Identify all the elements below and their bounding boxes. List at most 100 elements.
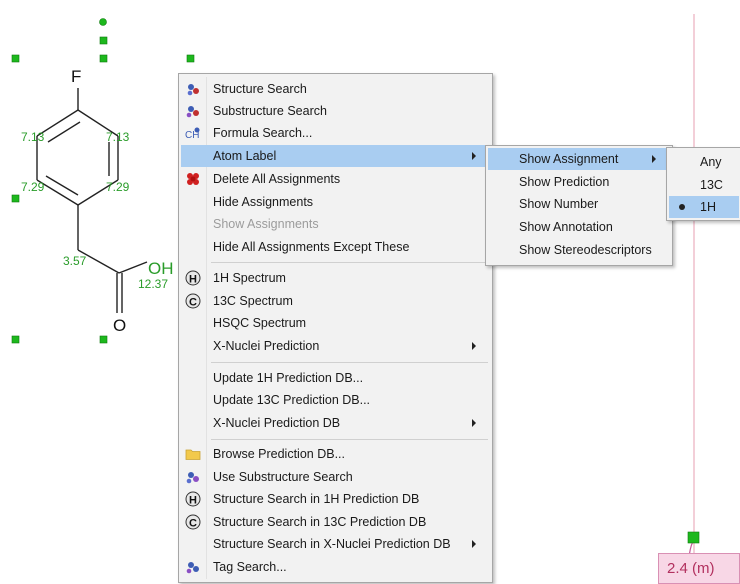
menu-item-label: Structure Search in X-Nuclei Prediction …: [213, 537, 451, 551]
menu-item-label: Show Annotation: [519, 220, 613, 234]
shift-label-mid-right: 7.29: [106, 180, 130, 194]
shift-label-oh: 12.37: [138, 277, 168, 291]
menu-item-label: Browse Prediction DB...: [213, 447, 345, 461]
menu-item-label: Use Substructure Search: [213, 470, 353, 484]
submenu-arrow-icon: [472, 342, 476, 350]
menu-item-label: Any: [700, 155, 722, 169]
submenu-arrow-icon: [472, 540, 476, 548]
handle-top-right[interactable]: [186, 54, 195, 63]
peak-annotation[interactable]: 2.4 (m): [658, 553, 740, 584]
menu-item-label: X-Nuclei Prediction: [213, 339, 320, 353]
menu-item-label: X-Nuclei Prediction DB: [213, 416, 341, 430]
peak-handle[interactable]: [687, 531, 700, 544]
handle-bottom-center[interactable]: [99, 335, 108, 344]
menu-item-x-nuclei-prediction-db[interactable]: X-Nuclei Prediction DB: [181, 412, 490, 434]
submenu-arrow-icon: [652, 155, 656, 163]
menu-item-hsqc-spectrum[interactable]: HSQC Spectrum: [181, 312, 490, 334]
context-menu: Structure Search Substructure Search CH …: [178, 73, 493, 583]
menu-item-label: 1H Spectrum: [213, 271, 286, 285]
menu-item-1h-spectrum[interactable]: H 1H Spectrum: [181, 267, 490, 289]
menu-item-show-assignment[interactable]: Show Assignment: [488, 148, 670, 170]
submenu-arrow-icon: [472, 152, 476, 160]
rotate-handle[interactable]: [99, 18, 107, 26]
menu-item-label: Structure Search in 13C Prediction DB: [213, 515, 427, 529]
menu-item-13c[interactable]: 13C: [669, 174, 739, 196]
menu-item-label: Show Assignment: [519, 152, 619, 166]
menu-item-hide-assignments[interactable]: Hide Assignments: [181, 191, 490, 213]
menu-item-label: Structure Search in 1H Prediction DB: [213, 492, 420, 506]
atom-carbonyl-o: O: [113, 316, 126, 335]
menu-item-label: 13C Spectrum: [213, 294, 293, 308]
svg-text:C: C: [189, 297, 197, 309]
menu-item-any[interactable]: Any: [669, 151, 739, 173]
menu-item-use-substructure-search[interactable]: Use Substructure Search: [181, 466, 490, 488]
c-spectrum-icon: C: [185, 514, 201, 530]
menu-item-show-prediction[interactable]: Show Prediction: [488, 171, 670, 193]
atom-label-submenu: Show Assignment Show Prediction Show Num…: [485, 145, 673, 266]
menu-separator: [211, 262, 488, 263]
menu-item-label: Hide All Assignments Except These: [213, 240, 410, 254]
molecule-bonds: [36, 88, 148, 313]
menu-item-show-annotation[interactable]: Show Annotation: [488, 216, 670, 238]
menu-item-label: Update 1H Prediction DB...: [213, 371, 364, 385]
menu-item-label: Hide Assignments: [213, 195, 314, 209]
menu-item-show-stereodescriptors[interactable]: Show Stereodescriptors: [488, 239, 670, 261]
menu-item-structure-search-1h-db[interactable]: H Structure Search in 1H Prediction DB: [181, 488, 490, 510]
menu-item-delete-all-assignments[interactable]: Delete All Assignments: [181, 168, 490, 190]
menu-item-label: Structure Search: [213, 82, 307, 96]
radio-selected-icon: [679, 204, 685, 210]
shift-label-ch2: 3.57: [63, 254, 87, 268]
menu-item-substructure-search[interactable]: Substructure Search: [181, 100, 490, 122]
handle-bottom-left[interactable]: [11, 335, 20, 344]
substructure-search-icon: [185, 103, 201, 119]
handle-top-center-upper[interactable]: [99, 36, 108, 45]
handle-top-left[interactable]: [11, 54, 20, 63]
atom-oh: OH: [148, 259, 174, 278]
shift-label-top-left: 7.13: [21, 130, 45, 144]
menu-item-structure-search-13c-db[interactable]: C Structure Search in 13C Prediction DB: [181, 511, 490, 533]
menu-item-label: Formula Search...: [213, 126, 313, 140]
handle-mid-left[interactable]: [11, 194, 20, 203]
menu-item-show-assignments: Show Assignments: [181, 213, 490, 235]
menu-item-13c-spectrum[interactable]: C 13C Spectrum: [181, 290, 490, 312]
formula-search-icon: CH: [185, 125, 201, 141]
structure-search-icon: [185, 81, 201, 97]
menu-separator: [211, 439, 488, 440]
submenu-arrow-icon: [472, 419, 476, 427]
menu-item-label: Show Assignments: [213, 217, 319, 231]
menu-item-label: Show Prediction: [519, 175, 610, 189]
menu-item-browse-prediction-db[interactable]: Browse Prediction DB...: [181, 443, 490, 465]
svg-text:C: C: [189, 518, 197, 530]
c-spectrum-icon: C: [185, 293, 201, 309]
menu-item-1h[interactable]: 1H: [669, 196, 739, 218]
menu-item-show-number[interactable]: Show Number: [488, 193, 670, 215]
menu-item-hide-all-except[interactable]: Hide All Assignments Except These: [181, 236, 490, 258]
svg-text:H: H: [189, 274, 197, 286]
atom-fluorine: F: [71, 67, 81, 86]
menu-item-label: Substructure Search: [213, 104, 327, 118]
menu-item-atom-label[interactable]: Atom Label: [181, 145, 490, 167]
menu-item-update-13c-db[interactable]: Update 13C Prediction DB...: [181, 389, 490, 411]
menu-item-structure-search[interactable]: Structure Search: [181, 78, 490, 100]
menu-item-label: Delete All Assignments: [213, 172, 341, 186]
substructure-search-icon: [185, 469, 201, 485]
shift-label-top-right: 7.13: [106, 130, 130, 144]
menu-item-label: Tag Search...: [213, 560, 287, 574]
folder-icon: [185, 446, 201, 462]
show-assignment-submenu: Any 13C 1H: [666, 147, 740, 221]
h-spectrum-icon: H: [185, 491, 201, 507]
shift-label-mid-left: 7.29: [21, 180, 45, 194]
menu-item-x-nuclei-prediction[interactable]: X-Nuclei Prediction: [181, 335, 490, 357]
menu-item-tag-search[interactable]: Tag Search...: [181, 556, 490, 578]
menu-separator: [211, 362, 488, 363]
peak-label-text: 2.4 (m): [667, 560, 715, 577]
tag-search-icon: [185, 559, 201, 575]
handle-top-center[interactable]: [99, 54, 108, 63]
menu-item-label: Show Number: [519, 197, 599, 211]
menu-item-formula-search[interactable]: CH Formula Search...: [181, 122, 490, 144]
menu-item-update-1h-db[interactable]: Update 1H Prediction DB...: [181, 367, 490, 389]
menu-item-label: 1H: [700, 200, 716, 214]
menu-item-label: 13C: [700, 178, 723, 192]
menu-item-structure-search-x-nuclei-db[interactable]: Structure Search in X-Nuclei Prediction …: [181, 533, 490, 555]
h-spectrum-icon: H: [185, 270, 201, 286]
